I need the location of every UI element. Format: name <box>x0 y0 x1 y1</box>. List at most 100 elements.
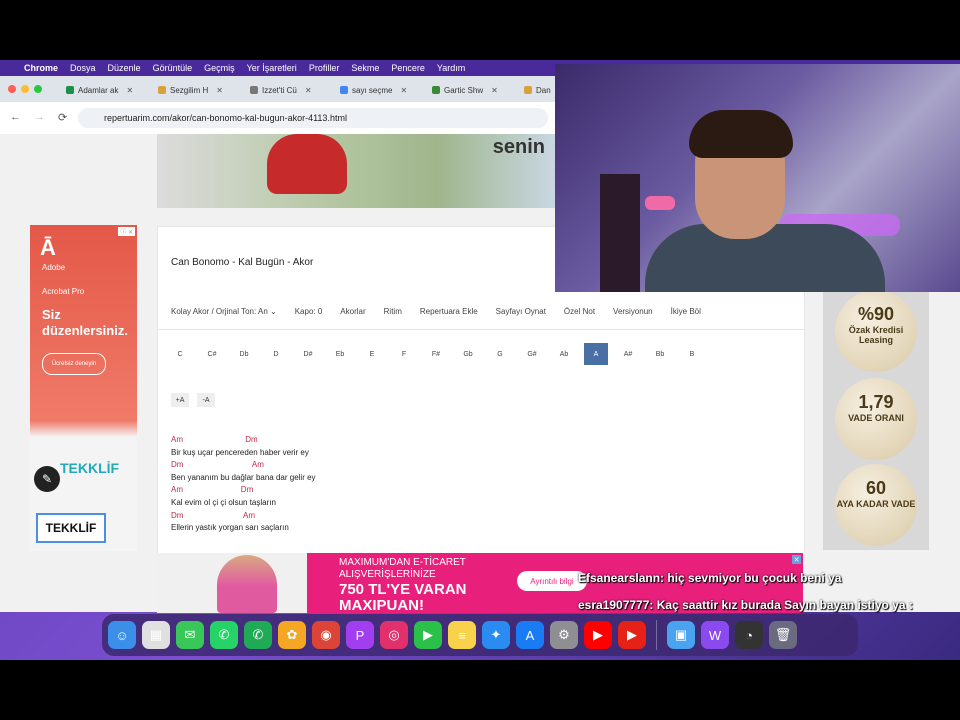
key-button[interactable]: F# <box>424 343 448 365</box>
key-button[interactable]: A# <box>616 343 640 365</box>
menu-yer-isaretleri[interactable]: Yer İşaretleri <box>247 63 297 73</box>
tone-dropdown[interactable]: Kolay Akor / Orjinal Ton: An ⌄ <box>171 307 277 316</box>
chords-button[interactable]: Akorlar <box>340 307 365 316</box>
zoom-window-button[interactable] <box>34 85 42 93</box>
coin-value: 1,79 <box>858 392 894 412</box>
key-button[interactable]: E <box>360 343 384 365</box>
lyric-line: Bir kuş uçar pencereden haber verir ey <box>171 447 309 457</box>
whatsapp-icon[interactable]: ✆ <box>210 621 238 649</box>
minimize-window-button[interactable] <box>21 85 29 93</box>
trash-icon[interactable]: 🗑 <box>769 621 797 649</box>
chat-text: : Kaç saattir kız burada Sayın bayan ist… <box>649 598 913 612</box>
whatsapp-business-icon[interactable]: ✆ <box>244 621 272 649</box>
browser-tab[interactable]: Dan <box>524 80 554 100</box>
key-button[interactable]: C <box>168 343 192 365</box>
messages-icon[interactable]: ✉ <box>176 621 204 649</box>
key-button[interactable]: F <box>392 343 416 365</box>
ad-info-badge[interactable]: ⓘ ✕ <box>118 227 135 236</box>
menu-yardim[interactable]: Yardım <box>437 63 465 73</box>
transpose-up-button[interactable]: +A <box>171 393 189 407</box>
finder-icon[interactable]: ☺ <box>108 621 136 649</box>
key-button[interactable]: D <box>264 343 288 365</box>
app-store-icon[interactable]: A <box>516 621 544 649</box>
key-button[interactable]: Ab <box>552 343 576 365</box>
split-two-button[interactable]: İkiye Böl <box>671 307 701 316</box>
lyric-line: Ben yananım bu dağlar bana dar gelir ey <box>171 472 316 482</box>
tekklif-logo: TEKKLİF <box>60 460 120 476</box>
favicon-icon <box>250 86 258 94</box>
key-button[interactable]: Db <box>232 343 256 365</box>
browser-tab[interactable]: Sezgilim H ✕ <box>158 80 244 100</box>
key-button[interactable]: Gb <box>456 343 480 365</box>
private-note-button[interactable]: Özel Not <box>564 307 595 316</box>
menu-profiller[interactable]: Profiller <box>309 63 340 73</box>
coin-label: Özak Kredisi Leasing <box>848 325 904 345</box>
ad-details-button[interactable]: Ayrıntılı bilgi <box>517 571 587 591</box>
reload-icon[interactable]: ⟳ <box>58 111 67 124</box>
youtube-icon[interactable]: ▶ <box>584 621 612 649</box>
version-button[interactable]: Versiyonun <box>613 307 653 316</box>
add-to-repertoire-button[interactable]: Repertuara Ekle <box>420 307 478 316</box>
key-button[interactable]: B <box>680 343 704 365</box>
webcam-overlay <box>555 64 960 292</box>
menu-gecmis[interactable]: Geçmiş <box>204 63 235 73</box>
chat-message: esra1907777: Kaç saattir kız burada Sayı… <box>578 598 913 612</box>
rhythm-button[interactable]: Ritim <box>384 307 402 316</box>
door-shape <box>600 174 640 292</box>
play-page-button[interactable]: Sayfayı Oynat <box>496 307 546 316</box>
activity-monitor-icon[interactable]: ◔ <box>735 621 763 649</box>
close-tab-icon[interactable]: ✕ <box>216 86 223 95</box>
launchpad-icon[interactable]: ▦ <box>142 621 170 649</box>
capo-button[interactable]: Kapo: 0 <box>295 307 323 316</box>
ad-cta-button[interactable]: Ücretsiz deneyin <box>42 353 106 375</box>
coin-badge: %90 Özak Kredisi Leasing <box>835 290 917 372</box>
browser-tab[interactable]: Adamlar ak ✕ <box>66 80 154 100</box>
right-leasing-ad[interactable]: %90 Özak Kredisi Leasing 1,79 VADE ORANI… <box>823 284 929 550</box>
left-adobe-ad[interactable]: ⓘ ✕ Ā Adobe Acrobat Pro Siz düzenlersini… <box>30 225 137 551</box>
chrome-icon[interactable]: ◉ <box>312 621 340 649</box>
facetime-icon[interactable]: ▶ <box>414 621 442 649</box>
browser-tab[interactable]: sayı seçme ✕ <box>340 80 424 100</box>
close-window-button[interactable] <box>8 85 16 93</box>
key-button[interactable]: Bb <box>648 343 672 365</box>
back-arrow-icon[interactable]: ← <box>10 111 21 123</box>
menu-dosya[interactable]: Dosya <box>70 63 96 73</box>
pen-edit-icon[interactable]: ✎ <box>34 466 60 492</box>
key-button-active[interactable]: A <box>584 343 608 365</box>
webtoon-icon[interactable]: W <box>701 621 729 649</box>
folder-icon[interactable]: ▣ <box>667 621 695 649</box>
url-field[interactable]: repertuarim.com/akor/can-bonomo-kal-bugu… <box>78 108 548 128</box>
menu-goruntule[interactable]: Görüntüle <box>153 63 193 73</box>
youtube-music-icon[interactable]: ▶ <box>618 621 646 649</box>
key-button[interactable]: G# <box>520 343 544 365</box>
transpose-down-button[interactable]: -A <box>197 393 215 407</box>
key-button[interactable]: C# <box>200 343 224 365</box>
close-tab-icon[interactable]: ✕ <box>400 86 407 95</box>
key-button[interactable]: G <box>488 343 512 365</box>
menu-chrome[interactable]: Chrome <box>24 63 58 73</box>
close-tab-icon[interactable]: ✕ <box>126 86 133 95</box>
ad-line: MAXIMUM'DAN E-TİCARET <box>339 557 466 568</box>
notes-icon[interactable]: ≡ <box>448 621 476 649</box>
tekklif-selected-box[interactable]: TEKKLİF <box>36 513 106 543</box>
browser-tab[interactable]: Izzet'ti Cü ✕ <box>250 80 334 100</box>
close-tab-icon[interactable]: ✕ <box>491 86 498 95</box>
forward-arrow-icon[interactable]: → <box>34 111 45 123</box>
menu-duzenle[interactable]: Düzenle <box>108 63 141 73</box>
chord-line: Am Dm <box>171 435 258 444</box>
instagram-icon[interactable]: ◎ <box>380 621 408 649</box>
close-icon[interactable]: ✕ <box>792 555 801 564</box>
close-tab-icon[interactable]: ✕ <box>305 86 312 95</box>
window-controls <box>8 85 42 93</box>
key-button[interactable]: D# <box>296 343 320 365</box>
safari-icon[interactable]: ✦ <box>482 621 510 649</box>
settings-icon[interactable]: ⚙ <box>550 621 578 649</box>
browser-tab[interactable]: Gartic Shw ✕ <box>432 80 518 100</box>
picsart-icon[interactable]: P <box>346 621 374 649</box>
top-banner-ad[interactable]: senin <box>157 134 557 208</box>
key-button[interactable]: Eb <box>328 343 352 365</box>
favicon-icon <box>158 86 166 94</box>
photos-icon[interactable]: ✿ <box>278 621 306 649</box>
menu-pencere[interactable]: Pencere <box>391 63 425 73</box>
menu-sekme[interactable]: Sekme <box>351 63 379 73</box>
